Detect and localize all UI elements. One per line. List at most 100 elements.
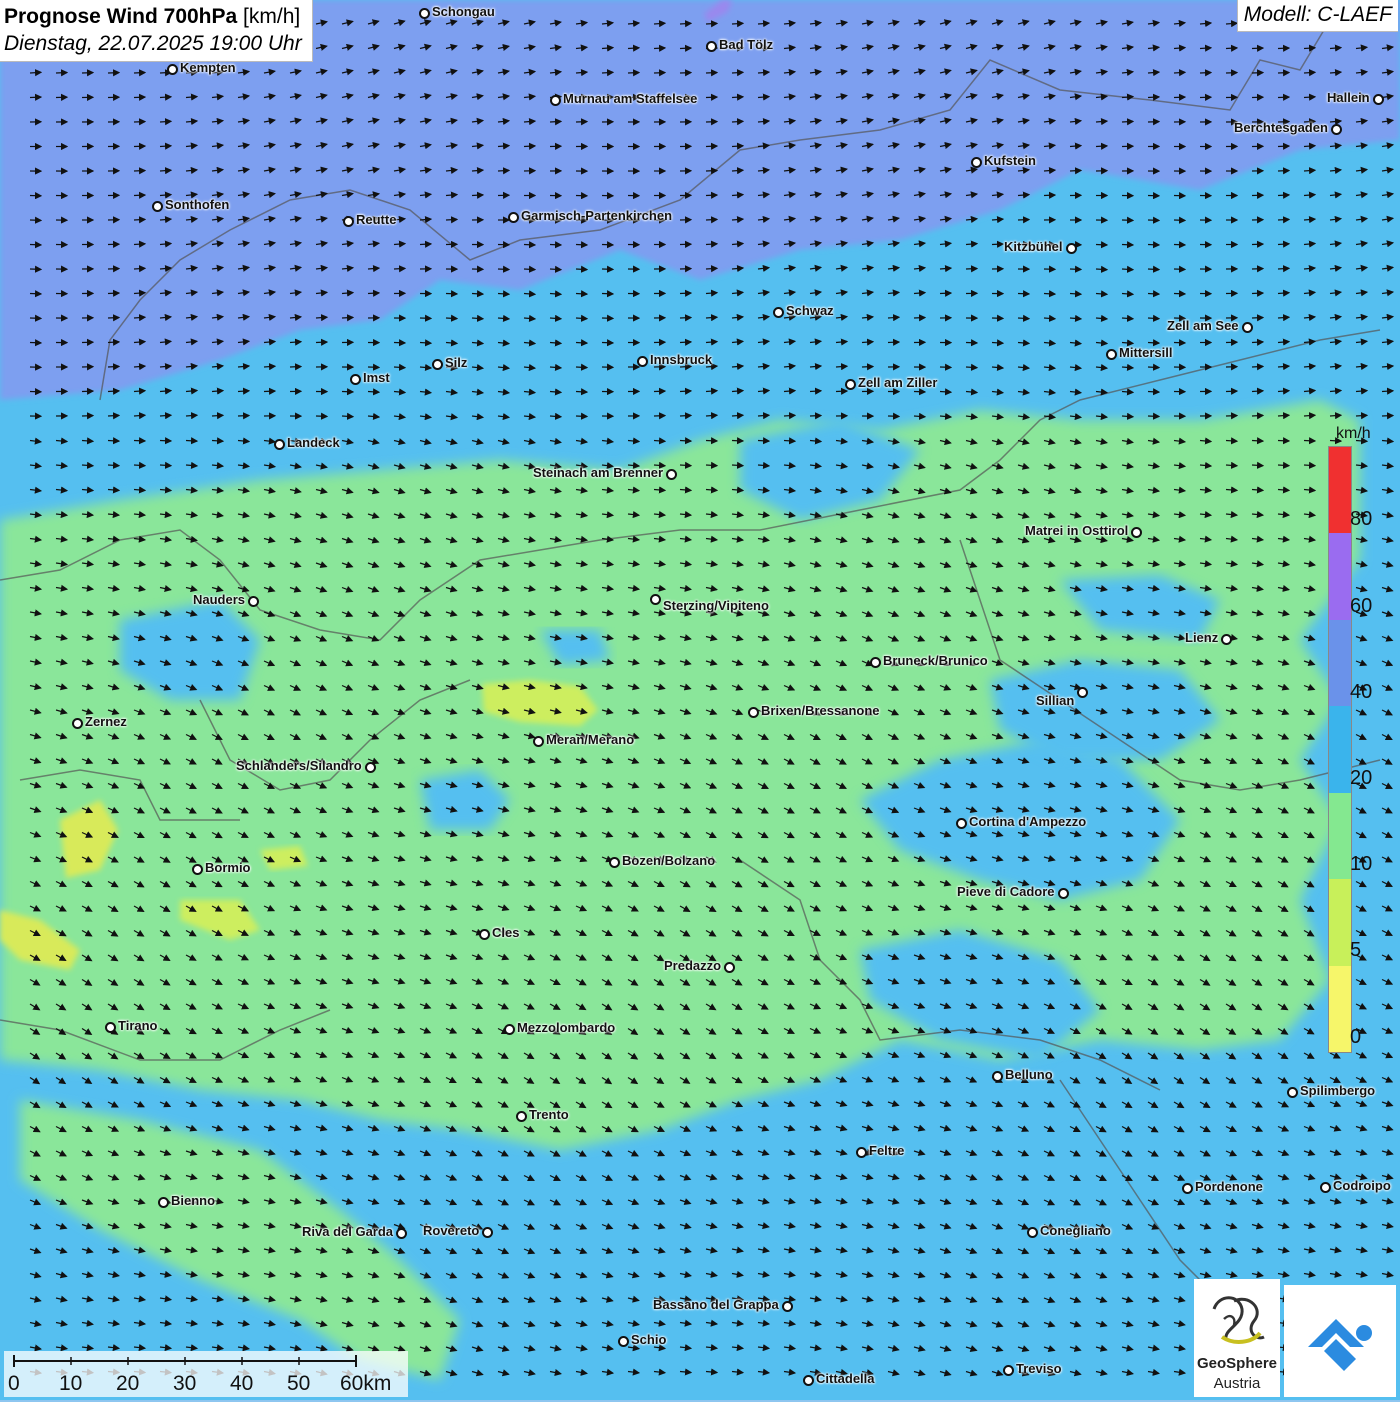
wind-arrow bbox=[1304, 48, 1315, 49]
wind-arrow bbox=[1122, 318, 1133, 319]
wind-arrow bbox=[108, 318, 119, 319]
wind-arrow bbox=[758, 441, 769, 442]
wind-arrow bbox=[1122, 294, 1133, 295]
wind-arrow bbox=[940, 293, 951, 294]
wind-arrow bbox=[1304, 465, 1315, 466]
partner-logo[interactable] bbox=[1284, 1285, 1396, 1397]
wind-arrow bbox=[706, 219, 717, 220]
wind-arrow bbox=[342, 416, 353, 417]
wind-arrow bbox=[966, 367, 977, 368]
wind-arrow bbox=[1278, 195, 1289, 196]
wind-arrow bbox=[784, 441, 795, 442]
city-marker-feltre bbox=[856, 1147, 867, 1158]
city-marker-kempten bbox=[167, 64, 178, 75]
wind-arrow bbox=[1252, 441, 1263, 442]
legend-band-80 bbox=[1329, 447, 1351, 533]
city-label-treviso: Treviso bbox=[1016, 1361, 1062, 1376]
city-label-sonthofen: Sonthofen bbox=[165, 197, 229, 212]
wind-arrow bbox=[706, 244, 717, 245]
geosphere-logo[interactable]: GeoSphere Austria bbox=[1194, 1279, 1280, 1397]
wind-arrow bbox=[576, 367, 587, 368]
wind-arrow bbox=[1278, 244, 1289, 245]
city-label-murnau-am-staffelsee: Murnau am Staffelsee bbox=[563, 91, 697, 106]
wind-arrow bbox=[576, 392, 587, 393]
wind-arrow bbox=[160, 465, 171, 466]
city-marker-innsbruck bbox=[637, 356, 648, 367]
wind-arrow bbox=[836, 366, 847, 367]
wind-arrow bbox=[290, 367, 301, 368]
wind-arrow bbox=[186, 441, 197, 442]
wind-arrow bbox=[732, 121, 743, 122]
city-marker-mittersill bbox=[1106, 349, 1117, 360]
wind-arrow bbox=[1278, 441, 1289, 442]
city-marker-bozen-bolzano bbox=[609, 857, 620, 868]
wind-arrow bbox=[56, 73, 67, 74]
wind-arrow bbox=[472, 195, 483, 196]
wind-arrow bbox=[498, 269, 509, 270]
wind-arrow bbox=[524, 245, 535, 246]
legend-tick-40: 40 bbox=[1350, 681, 1372, 704]
forecast-datetime: Dienstag, 22.07.2025 19:00 Uhr bbox=[4, 30, 302, 57]
wind-arrow bbox=[264, 391, 275, 392]
city-label-cortina-d-ampezzo: Cortina d'Ampezzo bbox=[969, 814, 1086, 829]
wind-arrow bbox=[134, 171, 145, 172]
city-marker-rovereto bbox=[482, 1227, 493, 1238]
wind-arrow bbox=[732, 170, 743, 171]
city-label-garmisch-partenkirchen: Garmisch-Partenkirchen bbox=[521, 208, 672, 223]
wind-arrow bbox=[810, 416, 821, 417]
wind-arrow bbox=[550, 318, 561, 319]
wind-arrow bbox=[1278, 73, 1289, 74]
wind-arrow bbox=[134, 219, 145, 220]
wind-arrow bbox=[1044, 294, 1055, 295]
city-label-kempten: Kempten bbox=[180, 60, 236, 75]
wind-arrow bbox=[914, 318, 925, 319]
geosphere-logo-icon bbox=[1194, 1279, 1280, 1359]
wind-arrow bbox=[82, 441, 93, 442]
city-label-lienz: Lienz bbox=[1185, 630, 1218, 645]
wind-arrow bbox=[1148, 343, 1159, 344]
wind-arrow bbox=[1382, 416, 1393, 417]
wind-arrow bbox=[576, 416, 587, 417]
wind-arrow bbox=[654, 441, 665, 442]
wind-arrow bbox=[420, 244, 431, 245]
wind-arrow bbox=[394, 268, 405, 269]
city-marker-matrei-in-osttirol bbox=[1131, 527, 1142, 538]
wind-arrow bbox=[706, 195, 717, 196]
wind-arrow bbox=[1304, 441, 1315, 442]
city-marker-treviso bbox=[1003, 1365, 1014, 1376]
wind-arrow bbox=[1096, 269, 1107, 270]
wind-arrow bbox=[706, 268, 717, 269]
city-label-zell-am-ziller: Zell am Ziller bbox=[858, 375, 937, 390]
wind-arrow bbox=[1148, 318, 1159, 319]
wind-arrow bbox=[108, 342, 119, 343]
map-title: Prognose Wind 700hPa [km/h] bbox=[4, 3, 302, 30]
wind-arrow bbox=[1070, 294, 1081, 295]
wind-arrow bbox=[914, 416, 925, 417]
city-label-trento: Trento bbox=[529, 1107, 569, 1122]
wind-arrow bbox=[1304, 170, 1315, 171]
wind-arrow bbox=[1252, 48, 1263, 49]
city-marker-pordenone bbox=[1182, 1183, 1193, 1194]
city-label-hallein: Hallein bbox=[1327, 90, 1370, 105]
city-label-silz: Silz bbox=[445, 355, 467, 370]
city-marker-reutte bbox=[343, 216, 354, 227]
wind-arrow bbox=[1148, 97, 1159, 98]
wind-arrow bbox=[1278, 171, 1289, 172]
city-marker-cittadella bbox=[803, 1375, 814, 1386]
city-marker-trento bbox=[516, 1111, 527, 1122]
city-label-rovereto: Rovereto bbox=[423, 1223, 479, 1238]
wind-arrow bbox=[680, 415, 691, 416]
wind-arrow bbox=[654, 23, 665, 24]
scale-label-20: 20 bbox=[116, 1372, 139, 1396]
city-marker-berchtesgaden bbox=[1331, 124, 1342, 135]
wind-arrow bbox=[1252, 318, 1263, 319]
city-marker-sterzing-vipiteno bbox=[650, 594, 661, 605]
city-marker-schlanders-silandro bbox=[365, 762, 376, 773]
city-label-meran-merano: Meran/Merano bbox=[546, 732, 634, 747]
wind-arrow bbox=[1278, 317, 1289, 318]
city-label-steinach-am-brenner: Steinach am Brenner bbox=[533, 465, 663, 480]
city-label-spilimbergo: Spilimbergo bbox=[1300, 1083, 1375, 1098]
wind-arrow bbox=[680, 465, 691, 466]
wind-arrow bbox=[498, 294, 509, 295]
wind-arrow bbox=[1148, 245, 1159, 246]
